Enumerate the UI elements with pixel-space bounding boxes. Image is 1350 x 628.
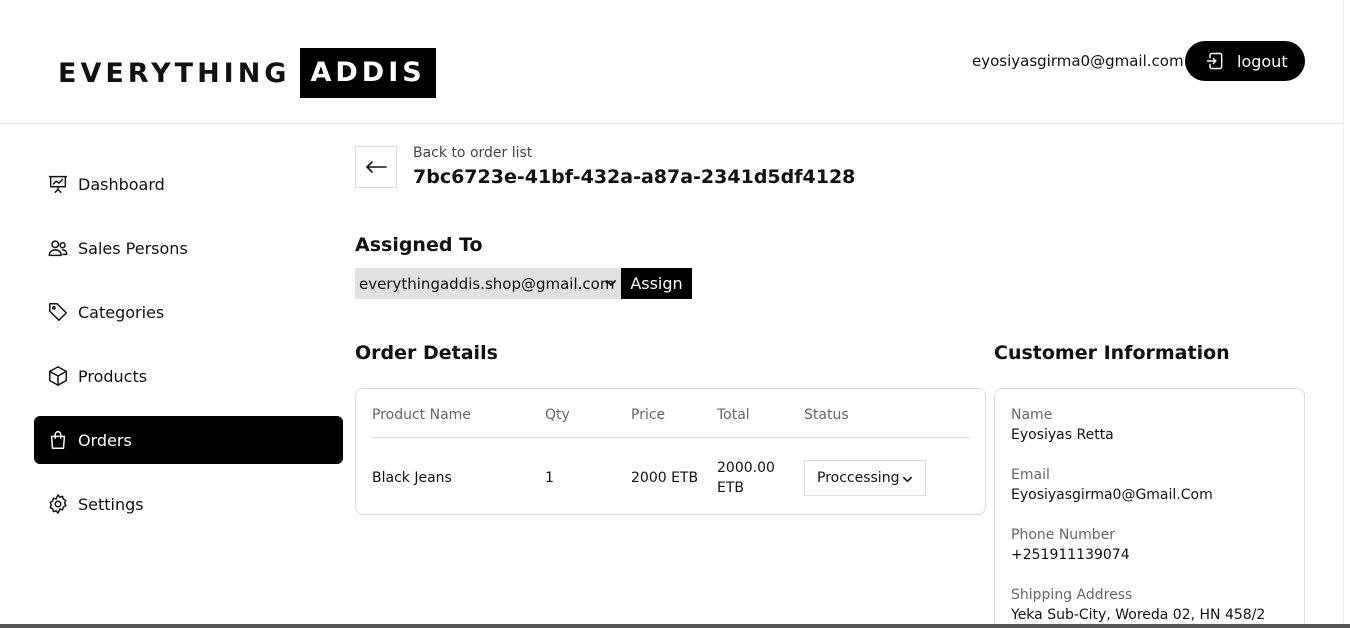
assignee-select[interactable]: everythingaddis.shop@gmail.com [355, 268, 621, 299]
column-header-total: Total [717, 407, 750, 423]
customer-information-card: Name Eyosiyas Retta Email Eyosiyasgirma0… [994, 388, 1305, 628]
column-header-qty: Qty [545, 407, 570, 423]
gear-icon [47, 493, 69, 515]
order-details-card: Product Name Qty Price Total Status Blac… [355, 388, 986, 515]
tag-icon [47, 301, 69, 323]
chevron-down-icon [903, 476, 912, 483]
column-header-price: Price [631, 407, 666, 423]
column-header-status: Status [804, 407, 849, 423]
logo-text-everything: EVERYTHING [58, 57, 291, 89]
customer-phone-value: +251911139074 [1011, 547, 1130, 563]
customer-information-title: Customer Information [994, 342, 1230, 364]
table-header-divider [372, 437, 970, 438]
assigned-to-title: Assigned To [355, 234, 483, 256]
sidebar-item-label: Categories [78, 302, 165, 322]
logo-text-addis: ADDIS [300, 48, 436, 98]
sidebar-item-label: Sales Persons [78, 238, 188, 258]
sidebar-item-dashboard[interactable]: Dashboard [34, 160, 343, 208]
cell-total-amount: 2000.00 [717, 460, 775, 476]
sidebar-item-label: Orders [78, 430, 132, 450]
status-select-value: Proccessing [817, 470, 900, 486]
customer-email-label: Email [1011, 467, 1050, 483]
logout-icon [1206, 52, 1223, 70]
customer-email-value: Eyosiyasgirma0@Gmail.Com [1011, 487, 1213, 503]
sidebar-item-label: Settings [78, 494, 144, 514]
sidebar-item-products[interactable]: Products [34, 352, 343, 400]
sidebar-item-settings[interactable]: Settings [34, 480, 343, 528]
customer-name-label: Name [1011, 407, 1053, 423]
users-icon [47, 237, 69, 259]
order-id-title: 7bc6723e-41bf-432a-a87a-2341d5df4128 [413, 166, 856, 188]
logout-button[interactable]: logout [1185, 41, 1305, 81]
assignee-select-value: everythingaddis.shop@gmail.com [359, 274, 615, 293]
column-header-product-name: Product Name [372, 407, 471, 423]
sidebar-item-categories[interactable]: Categories [34, 288, 343, 336]
cell-product-name: Black Jeans [372, 470, 452, 486]
sidebar-item-label: Products [78, 366, 148, 386]
chevron-down-icon [606, 280, 616, 286]
top-header: EVERYTHING ADDIS eyosiyasgirma0@gmail.co… [0, 0, 1350, 124]
cell-price: 2000 ETB [631, 470, 699, 486]
order-details-title: Order Details [355, 342, 498, 364]
sidebar-item-sales-persons[interactable]: Sales Persons [34, 224, 343, 272]
cube-icon [47, 365, 69, 387]
customer-phone-label: Phone Number [1011, 527, 1116, 543]
cell-total-currency: ETB [717, 480, 745, 496]
vertical-scrollbar[interactable] [1343, 0, 1350, 628]
presentation-chart-icon [47, 173, 69, 195]
arrow-left-icon [366, 161, 387, 173]
customer-name-value: Eyosiyas Retta [1011, 427, 1114, 443]
shipping-address-label: Shipping Address [1011, 587, 1133, 603]
status-select[interactable]: Proccessing [804, 460, 926, 496]
shipping-address-value: Yeka Sub-City, Woreda 02, HN 458/2 [1011, 607, 1266, 623]
back-button[interactable] [355, 146, 397, 188]
sidebar-item-label: Dashboard [78, 174, 165, 194]
user-email: eyosiyasgirma0@gmail.com [972, 52, 1184, 70]
cell-qty: 1 [545, 470, 554, 486]
sidebar-item-orders[interactable]: Orders [34, 416, 343, 464]
assign-button[interactable]: Assign [621, 268, 692, 299]
logout-label: logout [1237, 51, 1288, 71]
bottom-divider [0, 624, 1350, 628]
shopping-bag-icon [47, 429, 69, 451]
brand-logo[interactable]: EVERYTHING ADDIS [58, 48, 436, 98]
back-to-list-label: Back to order list [413, 145, 533, 161]
